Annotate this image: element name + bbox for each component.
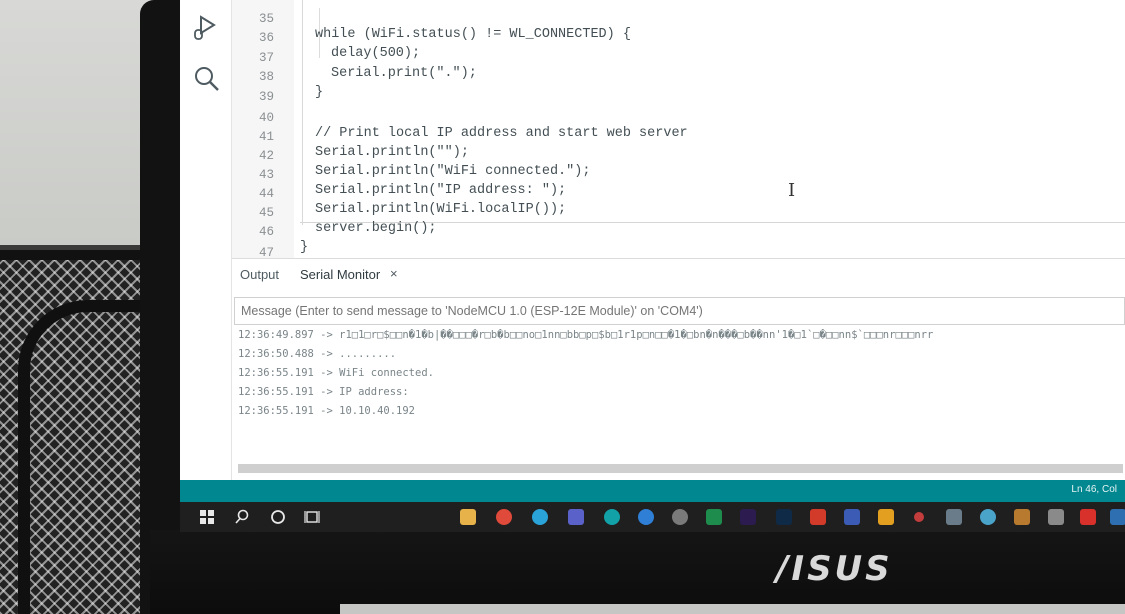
panel-tabs: Output Serial Monitor ×: [232, 259, 1125, 291]
tab-serial-monitor[interactable]: Serial Monitor: [300, 267, 380, 282]
pdf-icon[interactable]: [1080, 509, 1096, 525]
code-line: 46 }: [232, 210, 1125, 255]
search-icon[interactable]: [234, 509, 250, 525]
teams-icon[interactable]: [568, 509, 584, 525]
horizontal-scrollbar[interactable]: [238, 464, 1123, 473]
premiere-icon[interactable]: [740, 509, 756, 525]
windows-taskbar: [180, 502, 1125, 532]
file-explorer-icon[interactable]: [460, 509, 476, 525]
code-line: 43 Serial.println("IP address: ");: [232, 153, 1125, 198]
serial-line: 12:36:55.191 -> IP address:: [238, 386, 409, 398]
app8-icon[interactable]: [1110, 509, 1125, 525]
code-line: 36 delay(500);: [232, 16, 1125, 61]
windows-start-icon[interactable]: [200, 510, 214, 524]
app5-icon[interactable]: [980, 509, 996, 525]
code-line: 35 while (WiFi.status() != WL_CONNECTED)…: [232, 0, 1125, 42]
serial-line: 12:36:55.191 -> WiFi connected.: [238, 367, 434, 379]
code-line: 44 Serial.println(WiFi.localIP());: [232, 172, 1125, 217]
activity-bar: [180, 0, 232, 480]
code-line: 37 Serial.print(".");: [232, 36, 1125, 81]
laptop-bezel-bottom: [150, 530, 1125, 614]
app3-icon[interactable]: [914, 512, 924, 522]
brand-logo: /ISUS: [776, 549, 893, 589]
edge-icon[interactable]: [638, 509, 654, 525]
app4-icon[interactable]: [946, 509, 962, 525]
arduino-icon[interactable]: [604, 509, 620, 525]
status-bar: Ln 46, Col: [180, 480, 1125, 502]
tab-output[interactable]: Output: [240, 267, 279, 282]
excel-icon[interactable]: [706, 509, 722, 525]
serial-monitor-output: 12:36:49.897 -> r1□1□r□$□□n�1�b|��□□□�r□…: [238, 329, 1125, 464]
laptop-screen: 35 while (WiFi.status() != WL_CONNECTED)…: [180, 0, 1125, 532]
cursor-position[interactable]: Ln 46, Col: [1071, 484, 1117, 495]
cortana-icon[interactable]: [270, 509, 286, 525]
debug-icon[interactable]: [192, 12, 222, 42]
app-icon[interactable]: [672, 509, 688, 525]
serial-line: 12:36:49.897 -> r1□1□r□$□□n�1�b|��□□□�r□…: [238, 329, 934, 341]
chrome-icon[interactable]: [496, 509, 512, 525]
app6-icon[interactable]: [1014, 509, 1030, 525]
code-editor[interactable]: 35 while (WiFi.status() != WL_CONNECTED)…: [232, 0, 1125, 260]
photoshop-icon[interactable]: [776, 509, 792, 525]
code-line: 40 // Print local IP address and start w…: [232, 96, 1125, 141]
app7-icon[interactable]: [1048, 509, 1064, 525]
app2-icon[interactable]: [878, 509, 894, 525]
laptop-base: [340, 604, 1125, 614]
serial-line: 12:36:55.191 -> 10.10.40.192: [238, 405, 416, 417]
acrobat-icon[interactable]: [810, 509, 826, 525]
search-icon[interactable]: [192, 64, 222, 94]
telegram-icon[interactable]: [532, 509, 548, 525]
close-icon[interactable]: ×: [390, 266, 398, 281]
visio-icon[interactable]: [844, 509, 860, 525]
code-line: 39: [232, 75, 1125, 104]
bottom-panel: Output Serial Monitor × 12:36:49.897 -> …: [232, 258, 1125, 480]
message-bar: [234, 297, 1125, 325]
code-line: 42 Serial.println("WiFi connected.");: [232, 134, 1125, 179]
serial-line: 12:36:50.488 -> .........: [238, 348, 397, 360]
code-line: 38 }: [232, 55, 1125, 100]
text-cursor-icon: I: [788, 180, 796, 201]
code-line: 45 server.begin();: [232, 191, 1125, 236]
task-view-icon[interactable]: [304, 509, 320, 525]
code-line: 47: [232, 231, 1125, 260]
message-input[interactable]: [241, 304, 1111, 318]
black-cable: [18, 300, 158, 614]
code-line: 41 Serial.println("");: [232, 115, 1125, 160]
